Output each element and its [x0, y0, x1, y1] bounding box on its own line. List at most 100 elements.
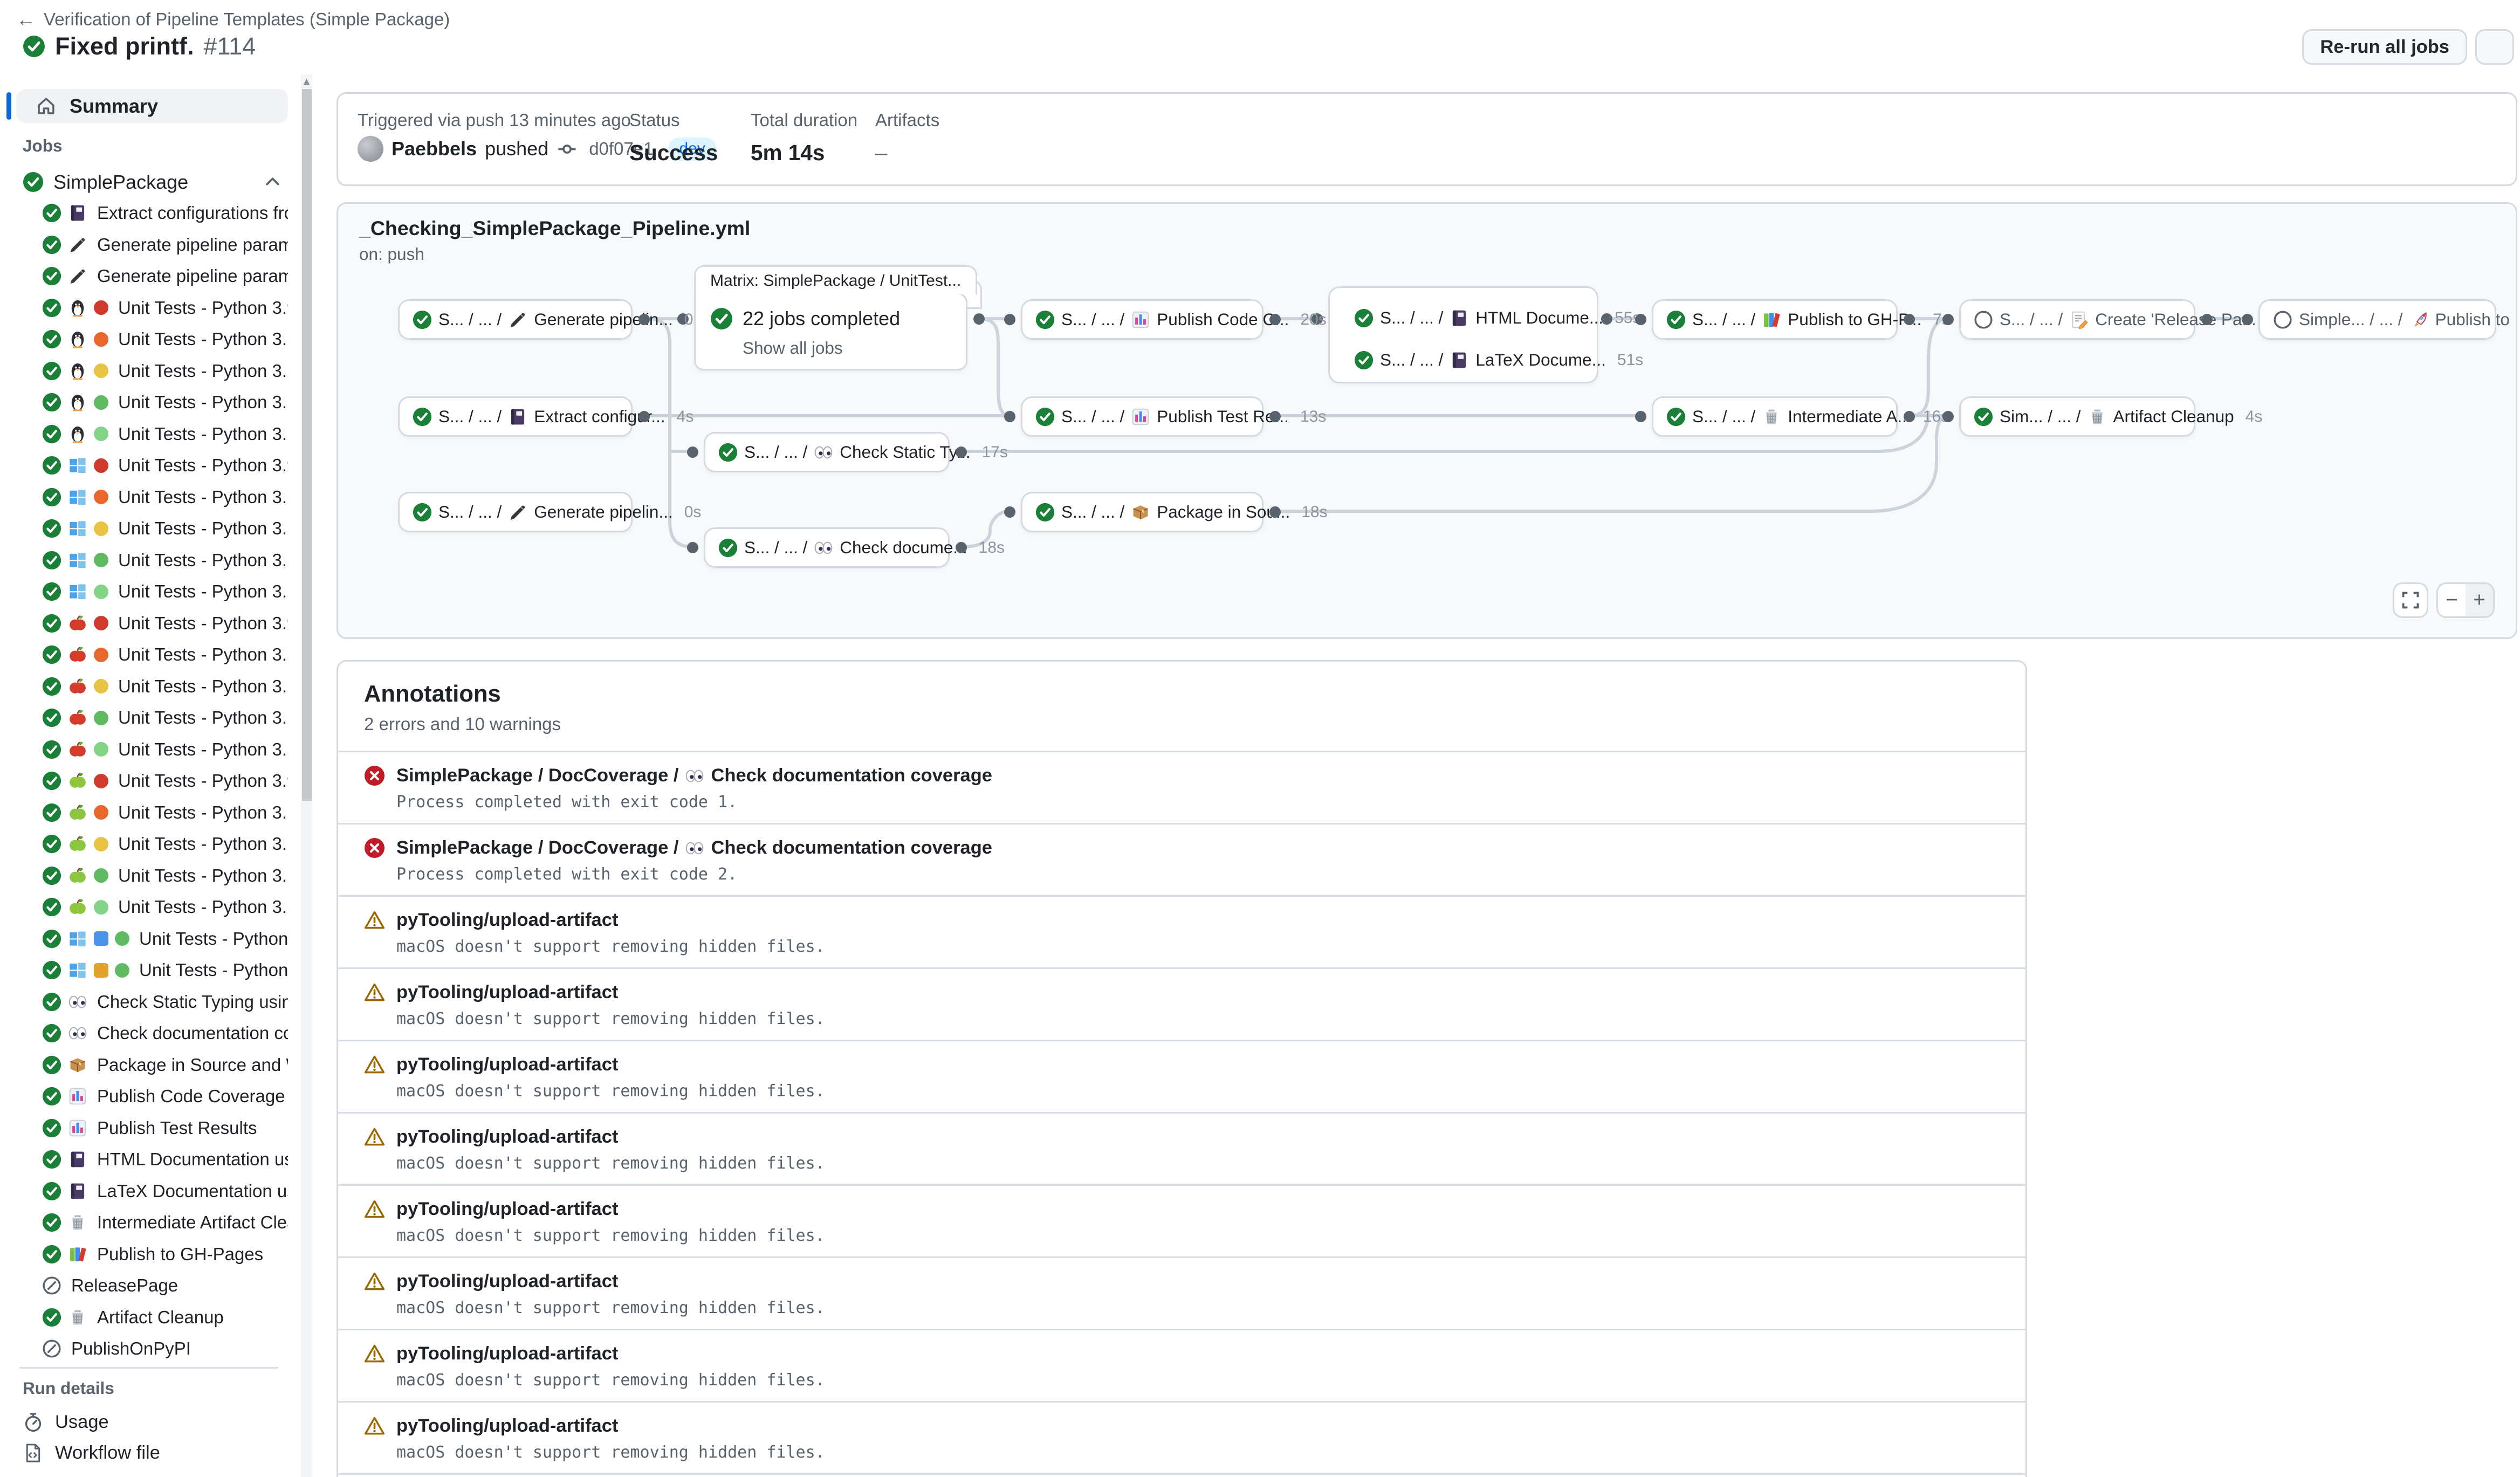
annotation-warning-row: pyTooling/upload-artifactmacOS doesn't s…	[338, 969, 2025, 1041]
graph-node[interactable]: S... / ... /HTML Docume...55s	[1341, 298, 1584, 338]
sidebar-job-item[interactable]: Unit Tests - Python 3.12	[0, 860, 288, 892]
edge-connector-dot	[2242, 314, 2253, 325]
sidebar-job-item[interactable]: Unit Tests - Python 3.12	[0, 702, 288, 734]
sidebar-job-item[interactable]: Unit Tests - Python 3.12	[0, 387, 288, 418]
graph-node[interactable]: Simple... / ... /Publish to PyPI	[2258, 299, 2496, 340]
annotation-title[interactable]: pyTooling/upload-artifact	[396, 1126, 618, 1148]
sidebar-job-item[interactable]: LaTeX Documentation using ...	[0, 1176, 288, 1207]
graph-node[interactable]: S... / ... /Publish Test Re...13s	[1021, 396, 1264, 437]
warning-icon	[364, 1416, 385, 1437]
sidebar-job-item[interactable]: Unit Tests - Python 3.12	[0, 923, 288, 955]
graph-node[interactable]: S... / ... /LaTeX Docume...51s	[1341, 340, 1584, 380]
node-duration: 20s	[1300, 311, 1326, 329]
sidebar-job-item[interactable]: Check Static Typing using Pyt...	[0, 986, 288, 1018]
sidebar-job-item[interactable]: Unit Tests - Python 3.9	[0, 450, 288, 482]
graph-node[interactable]: S... / ... /Extract configur...4s	[398, 396, 633, 437]
sidebar-job-item[interactable]: Artifact Cleanup	[0, 1302, 288, 1334]
check-circle-icon	[1035, 407, 1055, 427]
graph-node[interactable]: S... / ... /Generate pipelin...0s	[398, 492, 633, 532]
check-circle-icon	[42, 266, 61, 286]
graph-node[interactable]: S... / ... /Intermediate A...16s	[1652, 396, 1898, 437]
sidebar-job-item[interactable]: Unit Tests - Python 3.10	[0, 639, 288, 671]
sidebar-job-item[interactable]: Unit Tests - Python 3.11	[0, 828, 288, 860]
sidebar-job-item[interactable]: ReleasePage	[0, 1270, 288, 1302]
sidebar-job-item[interactable]: Unit Tests - Python 3.13	[0, 891, 288, 923]
dot-yellow-icon	[94, 521, 108, 536]
zoom-out-button[interactable]: −	[2438, 584, 2466, 616]
sidebar-job-item[interactable]: PublishOnPyPI	[0, 1333, 288, 1365]
sidebar-job-item[interactable]: Unit Tests - Python 3.13	[0, 418, 288, 450]
graph-node[interactable]: S... / ... /Check Static Ty...17s	[704, 432, 950, 472]
sidebar-job-item[interactable]: Unit Tests - Python 3.11	[0, 671, 288, 703]
chevron-up-icon[interactable]	[264, 173, 281, 191]
sidebar-job-item[interactable]: Intermediate Artifact Cleanup	[0, 1207, 288, 1239]
graph-node[interactable]: S... / ... /Publish to GH-P...7s	[1652, 299, 1898, 340]
annotation-title-row: SimplePackage / DocCoverage /Check docum…	[364, 837, 2000, 858]
sidebar-job-item[interactable]: Generate pipeline parameters	[0, 229, 288, 261]
job-label: LaTeX Documentation using ...	[97, 1181, 288, 1201]
annotation-title[interactable]: pyTooling/upload-artifact	[396, 1199, 618, 1220]
annotation-title[interactable]: pyTooling/upload-artifact	[396, 1343, 618, 1364]
rerun-all-jobs-button[interactable]: Re-run all jobs	[2302, 29, 2467, 65]
scrollbar-thumb[interactable]	[302, 89, 312, 801]
sidebar-job-item[interactable]: Unit Tests - Python 3.10	[0, 324, 288, 355]
annotation-title[interactable]: pyTooling/upload-artifact	[396, 1054, 618, 1075]
sidebar-group-simplepackage[interactable]: SimplePackage	[23, 167, 281, 197]
sidebar-item-summary[interactable]: Summary	[16, 89, 288, 123]
chart-icon	[68, 1087, 87, 1106]
sidebar-job-item[interactable]: Unit Tests - Python 3.11	[0, 513, 288, 545]
annotation-title[interactable]: pyTooling/upload-artifact	[396, 982, 618, 1003]
graph-node[interactable]: Sim... / ... /Artifact Cleanup4s	[1959, 396, 2195, 437]
sidebar-job-item[interactable]: Generate pipeline parameters	[0, 260, 288, 292]
graph-node[interactable]: S... / ... /Generate pipelin...0s	[398, 299, 633, 340]
breadcrumb[interactable]: ← Verification of Pipeline Templates (Si…	[16, 8, 450, 31]
matrix-summary: 22 jobs completed	[743, 307, 900, 330]
sidebar-scrollbar[interactable]: ▲	[301, 74, 312, 1477]
annotation-title[interactable]: pyTooling/upload-artifact	[396, 1416, 618, 1437]
sidebar-job-item[interactable]: Publish Test Results	[0, 1112, 288, 1144]
sidebar-job-item[interactable]: Unit Tests - Python 3.12	[0, 545, 288, 576]
sidebar-job-item[interactable]: Unit Tests - Python 3.9	[0, 608, 288, 640]
sidebar-job-item[interactable]: Publish to GH-Pages	[0, 1239, 288, 1270]
graph-node[interactable]: S... / ... /Publish Code C...20s	[1021, 299, 1264, 340]
sidebar-job-item[interactable]: Package in Source and Wheel...	[0, 1049, 288, 1081]
edge-connector-dot	[1635, 411, 1646, 422]
kebab-menu-button[interactable]	[2475, 29, 2514, 65]
sidebar-job-item[interactable]: Unit Tests - Python 3.9	[0, 765, 288, 797]
fullscreen-button[interactable]	[2393, 582, 2428, 618]
sidebar-job-item[interactable]: Unit Tests - Python 3.13	[0, 734, 288, 766]
sidebar-job-item[interactable]: Extract configurations from p...	[0, 197, 288, 229]
eyes-icon	[68, 992, 87, 1012]
sidebar-item-workflow-file[interactable]: Workflow file	[23, 1438, 160, 1467]
avatar[interactable]	[358, 136, 383, 162]
actor-name[interactable]: Paebbels	[392, 138, 477, 160]
scrollbar-up-arrow-icon[interactable]: ▲	[301, 76, 312, 87]
sidebar-job-item[interactable]: Publish Code Coverage Results	[0, 1081, 288, 1112]
back-arrow-icon[interactable]: ←	[16, 8, 36, 31]
graph-node[interactable]: S... / ... /Check docume...18s	[704, 527, 950, 568]
sidebar-job-item[interactable]: Unit Tests - Python 3.10	[0, 482, 288, 513]
annotation-title[interactable]: SimplePackage / DocCoverage /Check docum…	[396, 765, 992, 786]
sidebar-job-item[interactable]: Unit Tests - Python 3.13	[0, 576, 288, 608]
sidebar-job-item[interactable]: Unit Tests - Python 3.12	[0, 954, 288, 986]
sidebar-job-item[interactable]: Unit Tests - Python 3.9	[0, 292, 288, 324]
job-label: Unit Tests - Python 3.10	[118, 802, 288, 823]
annotation-title[interactable]: pyTooling/upload-artifact	[396, 1271, 618, 1292]
graph-node[interactable]: S... / ... /Package in Sou...18s	[1021, 492, 1264, 532]
zoom-in-button[interactable]: +	[2466, 584, 2493, 616]
edge-connector-dot	[638, 411, 650, 422]
graph-node[interactable]: S... / ... /Create 'Release Pa...	[1959, 299, 2195, 340]
annotation-title[interactable]: pyTooling/upload-artifact	[396, 910, 618, 931]
annotation-warning-row: pyTooling/upload-artifactmacOS doesn't s…	[338, 1186, 2025, 1258]
show-all-jobs-link[interactable]: Show all jobs	[743, 338, 951, 358]
sidebar-job-item[interactable]: Check documentation covera...	[0, 1018, 288, 1049]
annotation-title[interactable]: SimplePackage / DocCoverage /Check docum…	[396, 837, 992, 858]
sidebar-item-usage[interactable]: Usage	[23, 1407, 109, 1437]
matrix-node[interactable]: 22 jobs completed Show all jobs	[694, 293, 967, 370]
check-circle-icon	[42, 1245, 61, 1264]
breadcrumb-label[interactable]: Verification of Pipeline Templates (Simp…	[44, 9, 450, 30]
sidebar-job-item[interactable]: Unit Tests - Python 3.10	[0, 797, 288, 829]
sidebar-job-item[interactable]: HTML Documentation using ...	[0, 1144, 288, 1176]
sidebar-job-item[interactable]: Unit Tests - Python 3.11	[0, 355, 288, 387]
annotation-message: Process completed with exit code 1.	[396, 793, 2000, 812]
